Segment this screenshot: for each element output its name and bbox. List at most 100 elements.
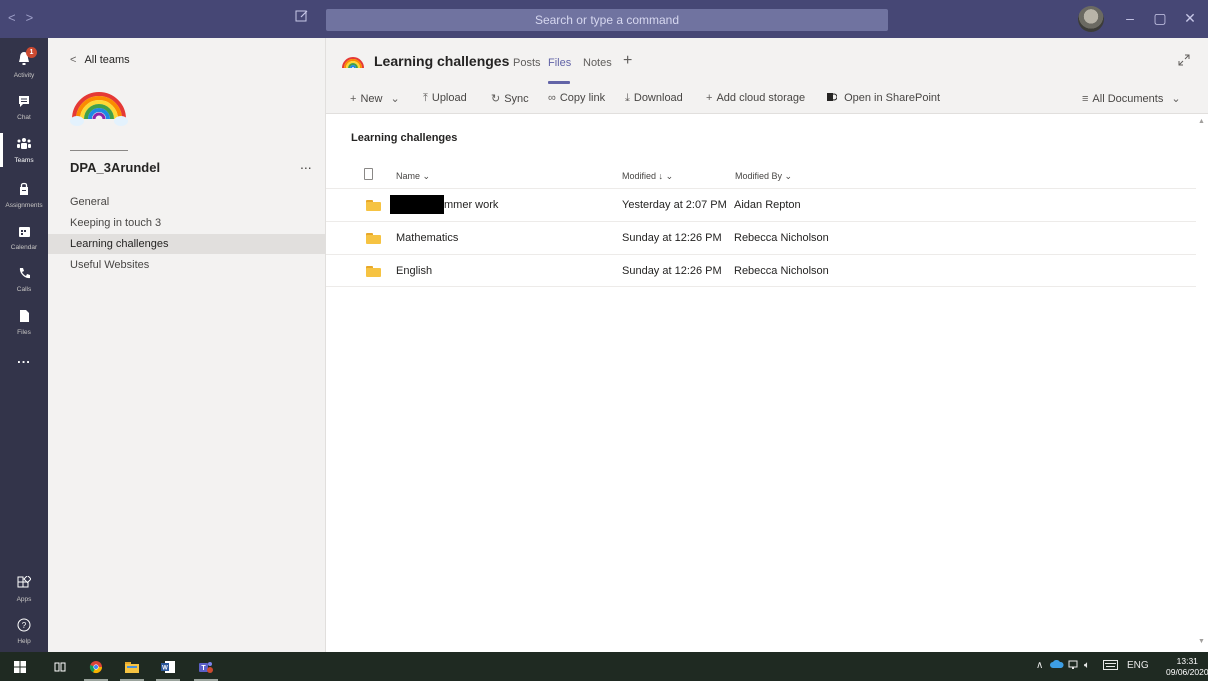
profile-avatar[interactable]	[1078, 6, 1104, 32]
scroll-down-arrow-icon[interactable]: ▼	[1198, 638, 1205, 645]
file-explorer-icon[interactable]	[118, 652, 146, 681]
file-name[interactable]: Mathematics	[396, 232, 458, 244]
search-command-box[interactable]: Search or type a command	[326, 9, 888, 31]
table-row[interactable]: mmer work Yesterday at 2:07 PM Aidan Rep…	[326, 188, 1196, 221]
file-name[interactable]: mmer work	[444, 199, 498, 211]
rail-item-teams[interactable]: Teams	[0, 127, 48, 173]
column-header-modified-by[interactable]: Modified By ⌄	[735, 171, 792, 182]
rail-label: Apps	[16, 595, 32, 603]
link-icon: ∞	[548, 92, 556, 104]
channel-general[interactable]: General	[48, 192, 325, 212]
column-modified-label: Modified	[622, 171, 657, 181]
table-row[interactable]: English Sunday at 12:26 PM Rebecca Nicho…	[326, 254, 1196, 287]
chevron-down-icon: ⌄	[390, 93, 400, 105]
new-button[interactable]: + New ⌄	[350, 92, 404, 105]
avatar-divider	[70, 150, 128, 151]
teams-app-icon[interactable]: T	[192, 652, 220, 681]
scroll-up-arrow-icon[interactable]: ▲	[1198, 118, 1205, 125]
language-indicator[interactable]: ENG	[1127, 660, 1149, 671]
teams-icon	[16, 137, 32, 155]
tab-notes[interactable]: Notes	[583, 57, 612, 69]
tab-posts[interactable]: Posts	[513, 57, 541, 69]
file-icon	[19, 309, 30, 327]
rail-item-activity[interactable]: 1 Activity	[0, 42, 48, 88]
close-button[interactable]: ✕	[1180, 10, 1200, 27]
files-view: Learning challenges Posts Files Notes + …	[326, 38, 1208, 652]
compose-icon[interactable]	[295, 9, 313, 27]
file-modified: Sunday at 12:26 PM	[622, 265, 722, 277]
rail-label: Calls	[16, 286, 32, 293]
system-clock[interactable]: 13:31 09/06/2020	[1166, 656, 1208, 678]
add-cloud-storage-button[interactable]: + Add cloud storage	[706, 92, 805, 104]
network-icon[interactable]	[1068, 660, 1080, 673]
upload-icon: ⤒	[423, 92, 428, 104]
add-cloud-label: Add cloud storage	[716, 92, 806, 104]
column-name-label: Name	[396, 171, 421, 181]
minimize-button[interactable]: –	[1120, 10, 1140, 26]
rail-item-more[interactable]: ...	[0, 336, 48, 382]
add-tab-button[interactable]: +	[623, 52, 632, 70]
expand-icon[interactable]	[1178, 54, 1190, 69]
plus-icon: +	[350, 93, 357, 105]
svg-text:W: W	[162, 665, 168, 671]
keyboard-icon[interactable]	[1103, 660, 1118, 673]
channel-learning-challenges[interactable]: Learning challenges	[48, 234, 325, 254]
search-placeholder: Search or type a command	[534, 13, 680, 27]
app-rail: 1 Activity Chat Teams Assignments Calend…	[0, 38, 48, 652]
download-label: Download	[633, 92, 683, 104]
tray-chevron-up-icon[interactable]: ∧	[1036, 660, 1043, 671]
channel-keeping-in-touch-3[interactable]: Keeping in touch 3	[48, 213, 325, 233]
download-button[interactable]: ⤓ Download	[625, 92, 683, 105]
volume-icon[interactable]: 🔈︎	[1084, 660, 1090, 671]
rail-item-apps[interactable]: Apps	[0, 566, 48, 612]
tab-files[interactable]: Files	[548, 57, 571, 69]
rail-item-calendar[interactable]: Calendar	[0, 215, 48, 261]
assignments-icon	[18, 182, 30, 200]
chevron-down-icon: ⌄	[422, 171, 431, 181]
calendar-icon	[18, 225, 31, 242]
file-modified: Yesterday at 2:07 PM	[622, 199, 727, 211]
rail-item-assignments[interactable]: Assignments	[0, 172, 48, 218]
sync-button[interactable]: ↻ Sync	[491, 92, 529, 105]
redaction-block	[390, 195, 444, 214]
windows-taskbar: W T ∧ 🔈︎ ENG 13:31 09/06/2020	[0, 652, 1208, 681]
file-name[interactable]: English	[396, 265, 432, 277]
onedrive-cloud-icon[interactable]	[1050, 659, 1064, 672]
open-in-sharepoint-button[interactable]: Open in SharePoint	[827, 92, 940, 104]
upload-label: Upload	[431, 92, 467, 104]
all-teams-label: All teams	[84, 54, 130, 66]
column-header-modified[interactable]: Modified ↓ ⌄	[622, 171, 673, 182]
rail-item-calls[interactable]: Calls	[0, 257, 48, 303]
file-modified-by: Rebecca Nicholson	[734, 265, 829, 277]
windows-start-icon[interactable]	[6, 652, 34, 681]
all-teams-link[interactable]: < All teams	[70, 54, 130, 66]
rail-item-chat[interactable]: Chat	[0, 84, 48, 130]
title-bar: <> Search or type a command – ▢ ✕	[0, 0, 1208, 38]
open-sharepoint-label: Open in SharePoint	[844, 92, 941, 104]
task-view-icon[interactable]	[46, 652, 74, 681]
word-icon[interactable]: W	[154, 652, 182, 681]
back-arrow-icon[interactable]: <	[8, 10, 26, 25]
activity-badge: 1	[26, 47, 37, 58]
view-selector[interactable]: ≡ All Documents ⌄	[1082, 92, 1185, 105]
forward-arrow-icon[interactable]: >	[26, 10, 44, 25]
column-header-name[interactable]: Name ⌄	[396, 171, 430, 182]
upload-button[interactable]: ⤒ Upload	[423, 92, 467, 105]
svg-text:T: T	[201, 665, 206, 672]
file-type-icon[interactable]	[364, 168, 373, 180]
channel-useful-websites[interactable]: Useful Websites	[48, 255, 325, 275]
copy-link-button[interactable]: ∞ Copy link	[548, 92, 605, 104]
sync-label: Sync	[504, 93, 529, 105]
maximize-button[interactable]: ▢	[1150, 10, 1170, 27]
channel-header: Learning challenges Posts Files Notes +	[326, 38, 1208, 84]
table-row[interactable]: Mathematics Sunday at 12:26 PM Rebecca N…	[326, 221, 1196, 254]
apps-icon	[17, 574, 32, 594]
rail-label: Files	[17, 328, 31, 336]
rail-label: Calendar	[10, 244, 38, 251]
file-modified-by: Aidan Repton	[734, 199, 801, 211]
clock-time: 13:31	[1176, 656, 1198, 666]
team-more-options-button[interactable]: ...	[300, 156, 312, 172]
rail-item-help[interactable]: ? Help	[0, 608, 48, 654]
file-modified-by: Rebecca Nicholson	[734, 232, 829, 244]
chrome-icon[interactable]	[82, 652, 110, 681]
